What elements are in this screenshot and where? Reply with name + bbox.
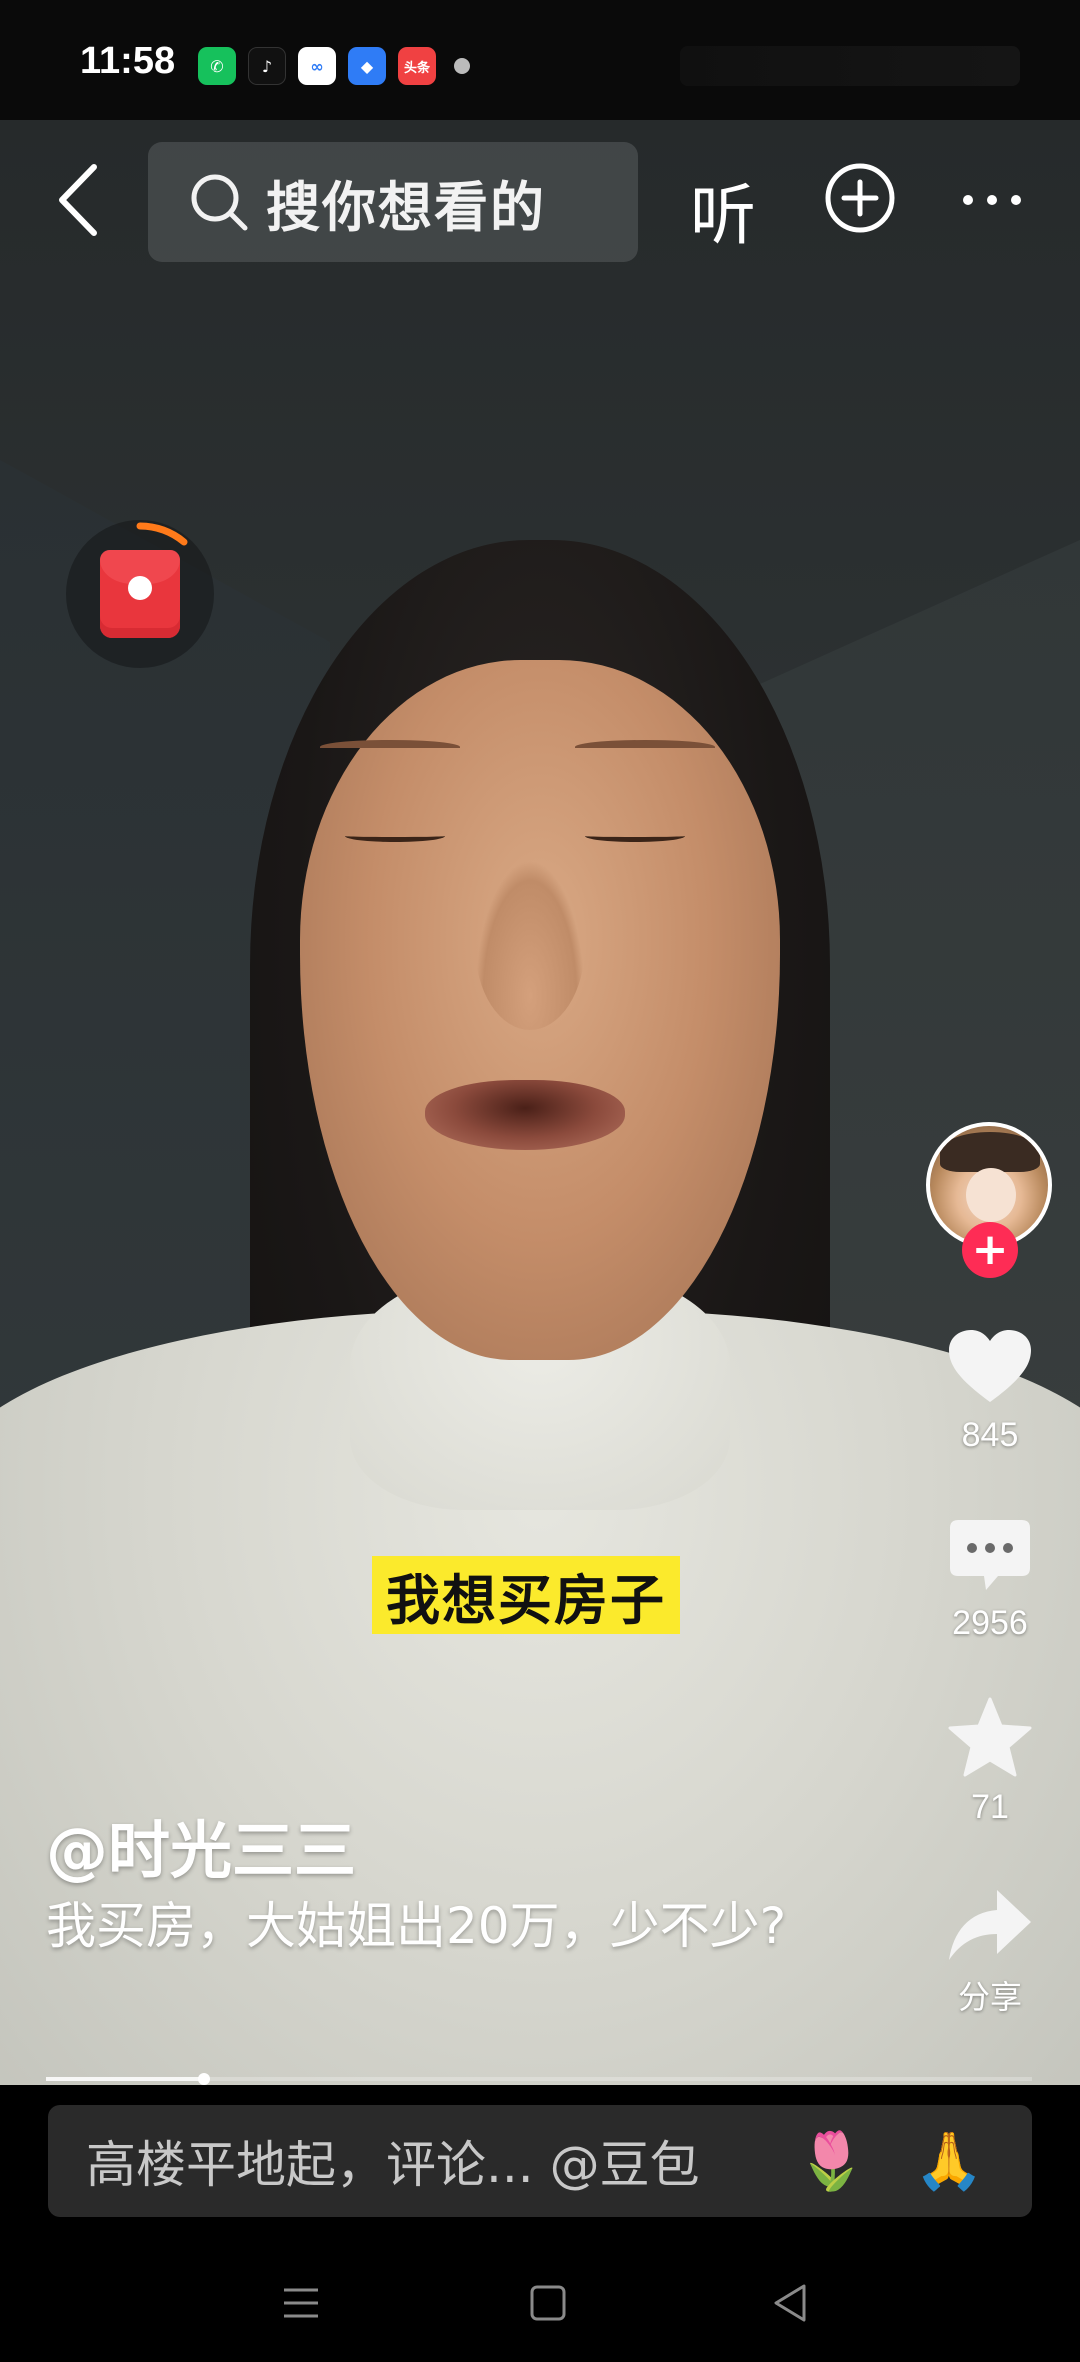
favorite-button[interactable]: 71 [920, 1696, 1060, 1827]
status-app-icons: ✆ ♪ ∞ ◆ 头条 [198, 47, 470, 85]
share-label: 分享 [957, 1978, 1022, 2016]
status-time: 11:58 [80, 40, 176, 82]
home-square-icon[interactable] [523, 2278, 573, 2328]
avatar-face [966, 1168, 1016, 1222]
back-button[interactable] [48, 160, 108, 240]
author-name[interactable]: @时光三三 [46, 1800, 356, 1890]
search-icon [191, 174, 248, 231]
listen-button[interactable]: 听 [690, 162, 756, 258]
comment-placeholder: 高楼平地起，评论... @豆包 [86, 2136, 700, 2194]
wechat-icon: ✆ [198, 47, 236, 85]
video-caption[interactable]: 我买房，大姑姐出20万，少不少? [46, 1890, 866, 1962]
follow-plus-button[interactable]: + [962, 1222, 1018, 1278]
share-arrow-icon [949, 1890, 1031, 1960]
notification-dot-icon [454, 58, 470, 74]
person-eye-right [585, 830, 685, 842]
person-mouth [425, 1080, 625, 1150]
back-triangle-icon[interactable] [766, 2278, 816, 2328]
video-progress-knob[interactable] [197, 2073, 210, 2085]
tulip-emoji-button[interactable]: 🌷 [797, 2128, 867, 2194]
comment-count: 2956 [952, 1604, 1028, 1642]
person-brow-right [575, 740, 715, 754]
comment-input[interactable]: 高楼平地起，评论... @豆包 🌷 🙏 [48, 2105, 1032, 2217]
menu-icon[interactable] [276, 2278, 326, 2328]
avatar-hat [940, 1132, 1040, 1172]
status-bar: 11:58 ✆ ♪ ∞ ◆ 头条 [0, 0, 1080, 120]
comment-button[interactable]: 2956 [920, 1518, 1060, 1643]
like-button[interactable]: 845 [920, 1328, 1060, 1455]
back-arrow-icon [59, 164, 97, 236]
top-nav: 搜你想看的 听 [0, 120, 1080, 280]
add-circle-icon[interactable] [824, 162, 896, 234]
tiktok-icon: ♪ [248, 47, 286, 85]
person-nose [475, 860, 585, 1030]
favorite-count: 71 [971, 1788, 1009, 1826]
person-eye-left [345, 830, 445, 842]
red-packet-icon [100, 550, 180, 638]
comment-bubble-icon [950, 1520, 1030, 1590]
system-navigation-bar [0, 2260, 1080, 2340]
search-input[interactable]: 搜你想看的 [148, 142, 638, 262]
heart-icon [949, 1330, 1031, 1402]
author-avatar-button[interactable]: + [926, 1122, 1054, 1278]
toutiao-icon: 头条 [398, 47, 436, 85]
more-icon[interactable] [960, 180, 1024, 220]
red-packet-widget[interactable] [66, 520, 214, 668]
status-indicators [680, 46, 1020, 86]
share-button[interactable]: 分享 [920, 1886, 1060, 2018]
cloud-app-icon: ∞ [298, 47, 336, 85]
video-progress-fill [46, 2077, 204, 2081]
like-count: 845 [961, 1416, 1019, 1454]
feishu-icon: ◆ [348, 47, 386, 85]
pray-emoji-button[interactable]: 🙏 [914, 2128, 984, 2194]
person-brow-left [320, 740, 460, 754]
star-icon [948, 1697, 1032, 1777]
video-subtitle: 我想买房子 [372, 1556, 680, 1634]
video-progress-bar[interactable] [46, 2073, 1032, 2085]
search-placeholder: 搜你想看的 [266, 175, 546, 239]
